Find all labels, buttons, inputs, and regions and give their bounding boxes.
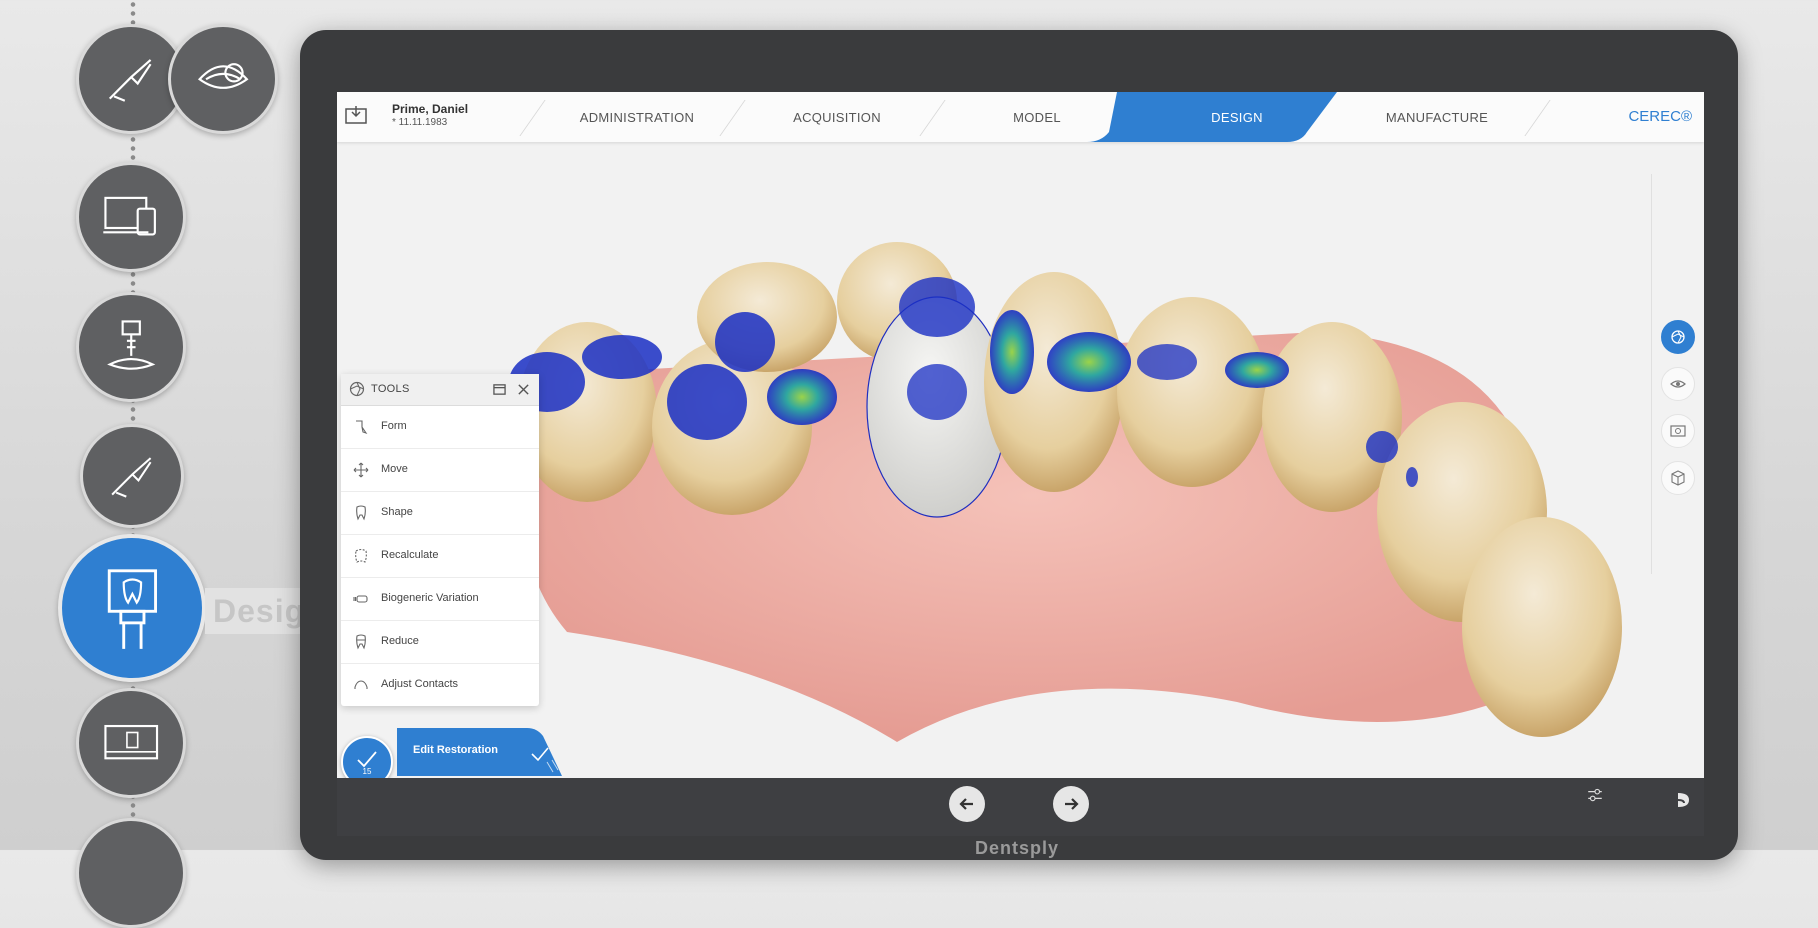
contacts-icon [354, 680, 368, 689]
reduce-icon [356, 634, 366, 650]
arrow-left-icon [959, 798, 973, 810]
tab-model[interactable]: MODEL [937, 92, 1137, 142]
tool-shape[interactable]: Shape [341, 492, 539, 535]
eye-icon [1670, 380, 1686, 388]
patient-dob: * 11.11.1983 [392, 117, 448, 128]
tool-reduce[interactable]: Reduce [341, 621, 539, 664]
workflow-step-implant[interactable] [76, 292, 186, 402]
tool-move[interactable]: Move [341, 449, 539, 492]
right-toolbar-divider [1651, 174, 1652, 574]
previous-step-button[interactable] [949, 786, 985, 822]
workflow-step-scan-2[interactable] [80, 424, 184, 528]
aperture-icon [349, 381, 365, 397]
screenshot-button[interactable] [1661, 414, 1695, 448]
top-navigation: Prime, Daniel * 11.11.1983 ADMINISTRATIO… [337, 92, 1704, 142]
tooth-view-button[interactable] [1661, 320, 1695, 354]
milling-unit-icon [104, 724, 158, 760]
workflow-step-design[interactable] [58, 534, 206, 682]
scanner-icon [108, 58, 152, 102]
monitor-tablet-icon [103, 196, 156, 236]
tool-label: Biogeneric Variation [381, 592, 479, 604]
step-number: 15 [362, 767, 372, 776]
patient-name: Prime, Daniel [392, 102, 469, 116]
tooth-design-icon [107, 568, 157, 649]
tool-adjust-contacts[interactable]: Adjust Contacts [341, 664, 539, 706]
dental-arch-icon [197, 62, 249, 89]
patient-info[interactable]: Prime, Daniel * 11.11.1983 [392, 102, 468, 128]
tool-label: Shape [381, 506, 413, 518]
settings-sliders-icon[interactable] [1586, 786, 1604, 804]
scanner-icon [111, 457, 152, 498]
next-step-button[interactable] [1053, 786, 1089, 822]
3d-view-button[interactable] [1661, 461, 1695, 495]
import-icon[interactable] [345, 106, 367, 124]
tool-label: Recalculate [381, 549, 439, 561]
recalculate-icon [355, 548, 367, 563]
cube-icon [1671, 470, 1685, 486]
visibility-button[interactable] [1661, 367, 1695, 401]
image-icon [1670, 425, 1686, 437]
tools-panel: TOOLS Form Move Shape Recalculate Biogen… [341, 374, 539, 706]
tool-label: Move [381, 463, 408, 475]
maximize-icon[interactable] [493, 383, 506, 396]
aperture-icon [1671, 330, 1685, 344]
step-label: Edit Restoration [413, 744, 498, 756]
tools-panel-header: TOOLS [341, 374, 539, 406]
tool-label: Form [381, 420, 407, 432]
tool-biogeneric-variation[interactable]: Biogeneric Variation [341, 578, 539, 621]
tool-label: Reduce [381, 635, 419, 647]
close-icon[interactable] [517, 383, 530, 396]
tab-manufacture[interactable]: MANUFACTURE [1337, 92, 1537, 142]
implant-drill-icon [106, 320, 156, 370]
workflow-step-planning[interactable] [76, 162, 186, 272]
biogeneric-icon [353, 595, 368, 603]
tab-acquisition[interactable]: ACQUISITION [737, 92, 937, 142]
tab-design[interactable]: DESIGN [1137, 92, 1337, 142]
workflow-step-arch[interactable] [168, 24, 278, 134]
tab-administration[interactable]: ADMINISTRATION [537, 92, 737, 142]
tooth-shape-icon [356, 505, 366, 521]
form-tool-icon [356, 420, 368, 435]
tool-label: Adjust Contacts [381, 678, 459, 690]
tool-recalculate[interactable]: Recalculate [341, 535, 539, 578]
tools-title: TOOLS [371, 383, 410, 395]
3d-dental-model-viewport[interactable] [337, 142, 1704, 772]
bottom-toolbar [337, 778, 1704, 836]
cerec-screen: Prime, Daniel * 11.11.1983 ADMINISTRATIO… [337, 92, 1704, 836]
cerec-logo: CEREC® [1628, 108, 1692, 125]
tool-form[interactable]: Form [341, 406, 539, 449]
workflow-step-manufacture[interactable] [76, 688, 186, 798]
monitor-brand: Dentsply [975, 838, 1060, 858]
move-icon [353, 462, 369, 478]
dentsply-logo-icon [1677, 793, 1689, 807]
workflow-step-next[interactable] [76, 818, 186, 928]
arrow-right-icon [1065, 798, 1079, 810]
